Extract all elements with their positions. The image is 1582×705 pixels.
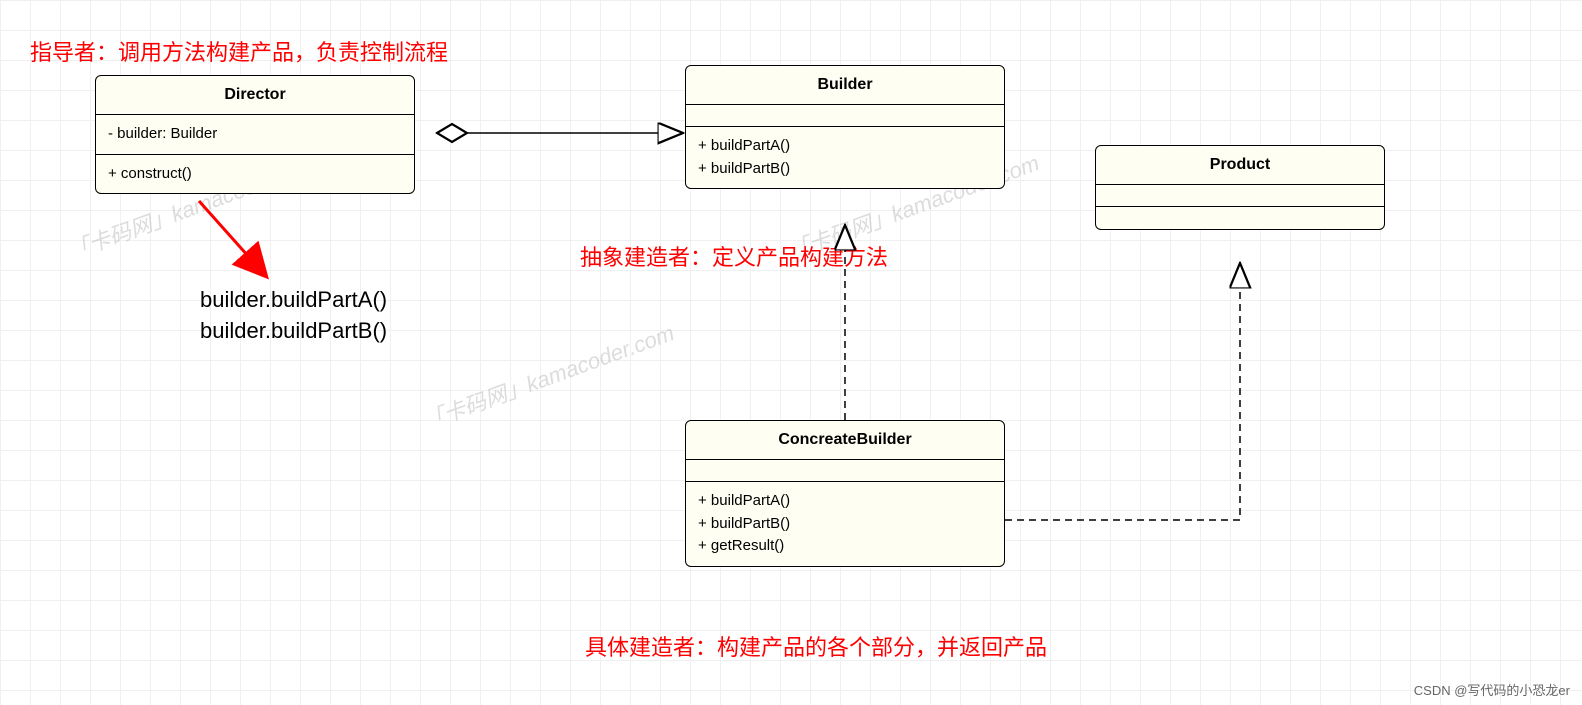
concrete-op1: + buildPartA()	[698, 490, 992, 513]
class-product-attrs	[1096, 185, 1384, 207]
class-director: Director - builder: Builder + construct(…	[95, 75, 415, 194]
class-concrete-attrs	[686, 460, 1004, 482]
class-builder-title: Builder	[686, 66, 1004, 105]
call-note-line1: builder.buildPartA()	[200, 285, 387, 316]
class-builder-attrs	[686, 105, 1004, 127]
concrete-op2: + buildPartB()	[698, 513, 992, 536]
builder-op1: + buildPartA()	[698, 135, 992, 158]
call-note: builder.buildPartA() builder.buildPartB(…	[200, 285, 387, 347]
class-concrete-ops: + buildPartA() + buildPartB() + getResul…	[686, 482, 1004, 566]
concrete-op3: + getResult()	[698, 535, 992, 558]
class-builder: Builder + buildPartA() + buildPartB()	[685, 65, 1005, 189]
class-product-title: Product	[1096, 146, 1384, 185]
class-director-ops: + construct()	[96, 155, 414, 194]
class-builder-ops: + buildPartA() + buildPartB()	[686, 127, 1004, 188]
class-director-attrs: - builder: Builder	[96, 115, 414, 155]
class-product: Product	[1095, 145, 1385, 230]
annotation-director: 指导者：调用方法构建产品，负责控制流程	[30, 35, 448, 67]
class-concrete-title: ConcreateBuilder	[686, 421, 1004, 460]
annotation-concrete: 具体建造者：构建产品的各个部分，并返回产品	[585, 630, 1047, 662]
builder-op2: + buildPartB()	[698, 158, 992, 181]
attribution: CSDN @写代码的小恐龙er	[1414, 680, 1570, 699]
annotation-abstract: 抽象建造者：定义产品构建方法	[580, 240, 888, 272]
call-note-line2: builder.buildPartB()	[200, 316, 387, 347]
class-director-title: Director	[96, 76, 414, 115]
class-concrete: ConcreateBuilder + buildPartA() + buildP…	[685, 420, 1005, 567]
class-product-ops	[1096, 207, 1384, 229]
